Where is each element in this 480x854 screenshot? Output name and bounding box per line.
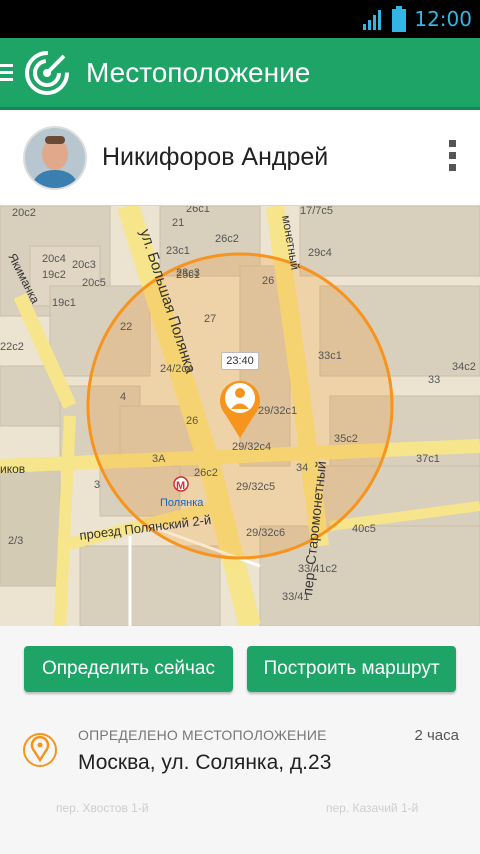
building-number: 29/32c6: [246, 527, 285, 539]
location-address: Москва, ул. Солянка, д.23: [78, 751, 332, 774]
building-number: 3: [94, 479, 100, 491]
building-number: 26c2: [215, 233, 239, 245]
building-number: 33: [428, 374, 440, 386]
building-number: 27: [204, 313, 216, 325]
building-number: 24/2c4: [160, 363, 193, 375]
avatar[interactable]: [23, 126, 87, 190]
building-number: 4: [120, 391, 126, 403]
building-number: 26: [186, 415, 198, 427]
metro-icon: М: [176, 480, 185, 492]
location-marker-icon: [23, 733, 57, 767]
locate-now-button[interactable]: Определить сейчас: [24, 646, 233, 692]
menu-icon[interactable]: [0, 64, 13, 82]
building-number: 19c2: [42, 269, 66, 281]
radar-logo-icon[interactable]: [24, 50, 70, 96]
contact-header: Никифоров Андрей: [0, 110, 480, 206]
metro-station-label: Полянка: [160, 497, 204, 509]
faded-map-background: пер. Хвостов 1-й пер. Казачий 1-й: [56, 801, 418, 815]
map-canvas: ул. Большая Полянка пер. Старомонетный п…: [0, 206, 480, 626]
building-number: 3А: [152, 453, 166, 465]
location-time-ago: 2 часа: [414, 727, 459, 744]
building-number: 33c1: [318, 350, 342, 362]
building-number: 35c2: [334, 433, 358, 445]
build-route-button[interactable]: Построить маршрут: [247, 646, 456, 692]
building-number: 20c4: [42, 253, 66, 265]
signal-icon: [363, 10, 382, 30]
building-number: 17/7c5: [300, 206, 333, 217]
bottom-panel: Определить сейчас Построить маршрут ОПРЕ…: [0, 626, 480, 854]
status-time: 12:00: [414, 7, 472, 31]
street-label: иков: [0, 462, 25, 476]
building-number: 2/3: [8, 535, 23, 547]
building-number: 25c1: [176, 269, 200, 281]
battery-icon: [392, 6, 407, 32]
building-number: 23c1: [166, 245, 190, 257]
building-number: 34c2: [452, 361, 476, 373]
building-number: 20c5: [82, 277, 106, 289]
avatar-photo: [25, 128, 85, 188]
building-number: 29/32c4: [232, 441, 271, 453]
building-number: 29/32c5: [236, 481, 275, 493]
app-bar: Местоположение: [0, 38, 480, 110]
pin-time-label: 23:40: [221, 352, 259, 370]
building-number: 26: [262, 275, 274, 287]
building-number: 29c4: [308, 247, 332, 259]
building-number: 33/41: [282, 591, 310, 603]
building-number: 34: [296, 462, 308, 474]
building-number: 26c2: [194, 467, 218, 479]
building-number: 21: [172, 217, 184, 229]
building-number: 33/41c2: [298, 563, 337, 575]
status-bar: 12:00: [0, 0, 480, 38]
street-label: пер. Казачий 1-й: [326, 801, 418, 815]
street-label: пер. Хвостов 1-й: [56, 801, 149, 815]
building-number: 22c2: [0, 341, 24, 353]
building-number: 26c1: [186, 206, 210, 215]
map-view[interactable]: ул. Большая Полянка пер. Старомонетный п…: [0, 206, 480, 626]
overflow-menu-icon[interactable]: [444, 140, 460, 182]
building-number: 37c1: [416, 453, 440, 465]
contact-name: Никифоров Андрей: [102, 143, 329, 171]
building-number: 29/32c1: [258, 405, 297, 417]
building-number: 20c3: [72, 259, 96, 271]
location-status-label: ОПРЕДЕЛЕНО МЕСТОПОЛОЖЕНИЕ: [78, 727, 327, 743]
building-number: 22: [120, 321, 132, 333]
building-number: 40c5: [352, 523, 376, 535]
page-title: Местоположение: [86, 57, 311, 88]
building-number: 19c1: [52, 297, 76, 309]
building-number: 20c2: [12, 207, 36, 219]
